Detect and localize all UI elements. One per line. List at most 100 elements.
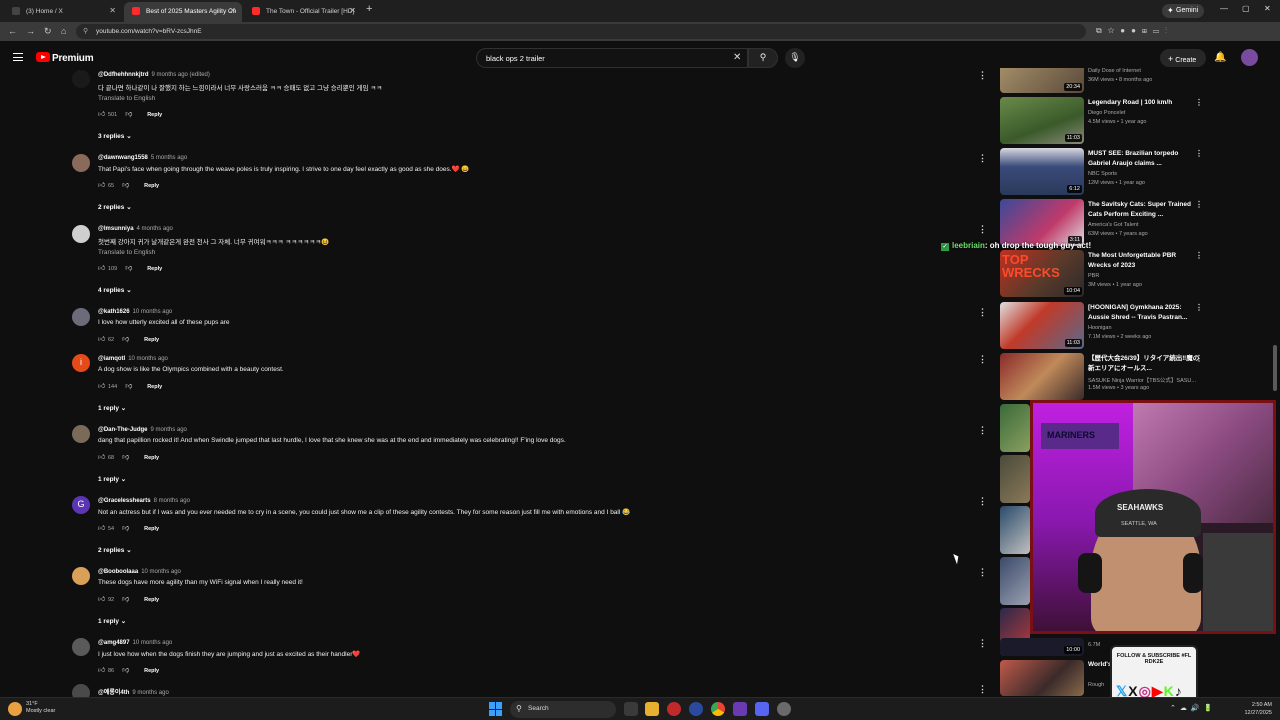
create-button[interactable]: + Create bbox=[1160, 49, 1206, 67]
more-options-icon[interactable]: ⋮ bbox=[1195, 149, 1203, 158]
page-scrollbar[interactable] bbox=[1273, 345, 1277, 391]
thumbs-up-icon[interactable]: 👍︎ bbox=[98, 381, 106, 390]
replies-toggle[interactable]: 3 replies ⌄ bbox=[98, 132, 132, 140]
thumbs-down-icon[interactable]: 👎︎ bbox=[122, 594, 130, 603]
more-options-icon[interactable]: ⋮ bbox=[978, 153, 987, 164]
app-icon[interactable] bbox=[667, 702, 681, 716]
thumbs-down-icon[interactable]: 👎︎ bbox=[122, 180, 130, 189]
comment-author[interactable]: @Dan-The-Judge 9 months ago bbox=[98, 427, 187, 433]
related-video[interactable]: 11:03 [HOONIGAN] Gymkhana 2025: Aussie S… bbox=[1000, 302, 1203, 350]
extension-icons[interactable]: ⧉☆●●⊞▭⋮ bbox=[1096, 26, 1173, 36]
video-thumbnail[interactable] bbox=[1000, 353, 1084, 400]
avatar[interactable] bbox=[72, 425, 90, 443]
video-thumbnail[interactable]: 6:12 bbox=[1000, 148, 1084, 195]
avatar[interactable] bbox=[72, 567, 90, 585]
more-options-icon[interactable]: ⋮ bbox=[978, 307, 987, 318]
youtube-premium-label[interactable]: Premium bbox=[52, 53, 94, 64]
replies-toggle[interactable]: 2 replies ⌄ bbox=[98, 546, 132, 554]
site-info-icon[interactable]: ⚲ bbox=[83, 27, 88, 35]
browser-tab-x[interactable]: (3) Home / X ✕ bbox=[4, 2, 122, 22]
replies-toggle[interactable]: 4 replies ⌄ bbox=[98, 286, 132, 294]
video-thumbnail[interactable]: 11:03 bbox=[1000, 302, 1084, 349]
translate-link[interactable]: Translate to English bbox=[98, 249, 155, 256]
more-options-icon[interactable]: ⋮ bbox=[978, 425, 987, 436]
close-icon[interactable]: ✕ bbox=[349, 6, 356, 15]
video-thumbnail[interactable]: 3:11 bbox=[1000, 199, 1084, 246]
more-options-icon[interactable]: ⋮ bbox=[1195, 98, 1203, 107]
minimize-button[interactable]: — bbox=[1220, 4, 1228, 13]
more-options-icon[interactable]: ⋮ bbox=[1195, 251, 1203, 260]
reply-button[interactable]: Reply bbox=[144, 668, 159, 674]
more-options-icon[interactable]: ⋮ bbox=[1195, 200, 1203, 209]
reply-button[interactable]: Reply bbox=[144, 526, 159, 532]
thumbs-up-icon[interactable]: 👍︎ bbox=[98, 263, 106, 272]
replies-toggle[interactable]: 2 replies ⌄ bbox=[98, 203, 132, 211]
related-video[interactable]: 3:11 The Savitsky Cats: Super Trained Ca… bbox=[1000, 199, 1203, 247]
replies-toggle[interactable]: 1 reply ⌄ bbox=[98, 404, 126, 412]
app-icon[interactable] bbox=[733, 702, 747, 716]
settings-icon[interactable] bbox=[777, 702, 791, 716]
related-video[interactable]: 11:03 Legendary Road | 100 km/h Diego Po… bbox=[1000, 97, 1203, 145]
video-title[interactable]: The Savitsky Cats: Super Trained Cats Pe… bbox=[1088, 200, 1200, 220]
thumbs-down-icon[interactable]: 👎︎ bbox=[122, 452, 130, 461]
avatar[interactable] bbox=[72, 308, 90, 326]
comment-author[interactable]: @Booboolaaa 10 months ago bbox=[98, 569, 181, 575]
url-field[interactable]: ⚲ youtube.com/watch?v=bRV-zcsJhnE bbox=[76, 24, 1086, 39]
reply-button[interactable]: Reply bbox=[144, 183, 159, 189]
reply-button[interactable]: Reply bbox=[144, 337, 159, 343]
youtube-logo-icon[interactable] bbox=[36, 52, 50, 62]
avatar[interactable]: i bbox=[72, 354, 90, 372]
video-channel[interactable]: NBC Sports bbox=[1088, 171, 1117, 177]
taskbar-search[interactable]: ⚲ Search bbox=[510, 701, 616, 718]
video-channel[interactable]: Rough bbox=[1088, 682, 1104, 688]
clear-search-icon[interactable]: ✕ bbox=[733, 52, 741, 63]
weather-icon[interactable] bbox=[8, 702, 22, 716]
thumbs-down-icon[interactable]: 👎︎ bbox=[122, 334, 130, 343]
windows-start-icon[interactable] bbox=[489, 702, 503, 716]
reply-button[interactable]: Reply bbox=[144, 455, 159, 461]
comment-author[interactable]: @amg4897 10 months ago bbox=[98, 640, 172, 646]
more-options-icon[interactable]: ⋮ bbox=[978, 567, 987, 578]
search-button[interactable]: ⚲ bbox=[748, 48, 778, 68]
account-avatar[interactable] bbox=[1241, 49, 1258, 66]
avatar[interactable] bbox=[72, 70, 90, 88]
avatar[interactable] bbox=[72, 225, 90, 243]
reply-button[interactable]: Reply bbox=[147, 266, 162, 272]
new-tab-button[interactable]: + bbox=[366, 3, 372, 15]
replies-toggle[interactable]: 1 reply ⌄ bbox=[98, 617, 126, 625]
discord-icon[interactable] bbox=[755, 702, 769, 716]
reload-icon[interactable]: ↻ bbox=[44, 26, 52, 37]
video-thumbnail[interactable]: TOP WRECKS 10:04 bbox=[1000, 250, 1084, 297]
voice-search-button[interactable]: 🎙 bbox=[785, 48, 805, 68]
clock[interactable]: 2:50 AM 12/27/2025 bbox=[1238, 701, 1272, 717]
related-video[interactable]: 【歴代大会26/39】リタイア続出‼魔の新エリアにオールス... SASUKE … bbox=[1000, 353, 1203, 401]
video-title[interactable]: 【歴代大会26/39】リタイア続出‼魔の新エリアにオールス... bbox=[1088, 354, 1200, 374]
thumbs-up-icon[interactable]: 👍︎ bbox=[98, 109, 106, 118]
thumbs-down-icon[interactable]: 👎︎ bbox=[125, 263, 133, 272]
more-options-icon[interactable]: ⋮ bbox=[978, 496, 987, 507]
close-icon[interactable]: ✕ bbox=[229, 6, 236, 15]
avatar[interactable] bbox=[72, 154, 90, 172]
weather-widget[interactable]: 31°F Mostly clear bbox=[26, 701, 55, 715]
comment-author[interactable]: @kath1626 10 months ago bbox=[98, 309, 172, 315]
home-icon[interactable]: ⌂ bbox=[61, 26, 66, 36]
gemini-button[interactable]: ✦ Gemini bbox=[1162, 4, 1204, 18]
video-thumbnail[interactable]: 11:03 bbox=[1000, 97, 1084, 144]
comment-author[interactable]: @dawnwang1558 5 months ago bbox=[98, 155, 187, 161]
window-close-button[interactable]: ✕ bbox=[1264, 4, 1271, 13]
forward-icon[interactable]: → bbox=[26, 26, 35, 36]
thumbs-up-icon[interactable]: 👍︎ bbox=[98, 452, 106, 461]
video-title[interactable]: Legendary Road | 100 km/h bbox=[1088, 98, 1200, 108]
video-thumbnail[interactable] bbox=[1000, 404, 1030, 452]
video-thumbnail[interactable] bbox=[1000, 557, 1030, 605]
thumbs-up-icon[interactable]: 👍︎ bbox=[98, 523, 106, 532]
video-title[interactable]: MUST SEE: Brazilian torpedo Gabriel Arau… bbox=[1088, 149, 1200, 169]
more-options-icon[interactable]: ⋮ bbox=[1195, 354, 1203, 363]
video-channel[interactable]: Diego Poncelet bbox=[1088, 110, 1125, 116]
video-thumbnail[interactable]: 10:00 bbox=[1000, 638, 1084, 656]
translate-link[interactable]: Translate to English bbox=[98, 95, 155, 102]
close-icon[interactable]: ✕ bbox=[109, 6, 116, 15]
video-thumbnail[interactable] bbox=[1000, 660, 1084, 696]
more-options-icon[interactable]: ⋮ bbox=[978, 70, 987, 81]
related-video[interactable]: 20:34 Daily Dose of Internet 36M views •… bbox=[1000, 68, 1200, 93]
